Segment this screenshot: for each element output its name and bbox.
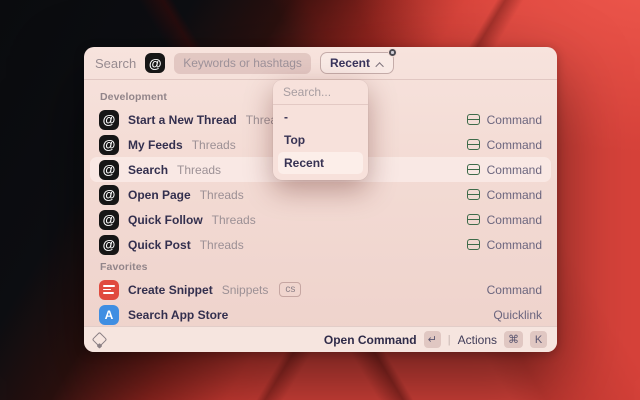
command-type-icon bbox=[466, 214, 480, 225]
row-title: Quick Post bbox=[128, 237, 191, 252]
command-type-icon bbox=[466, 164, 480, 175]
snippets-icon bbox=[99, 279, 119, 300]
row-subtitle: Threads bbox=[199, 237, 244, 252]
threads-icon: @ bbox=[99, 234, 119, 255]
command-type-icon bbox=[466, 114, 480, 125]
row-title: Create Snippet bbox=[128, 282, 213, 297]
filter-badge-icon bbox=[387, 48, 397, 57]
command-type-icon bbox=[466, 189, 480, 200]
row-title: Open Page bbox=[128, 187, 191, 202]
list-item-open-page[interactable]: @ Open Page Threads Command bbox=[90, 182, 551, 207]
dropdown-item-dash[interactable]: - bbox=[278, 106, 363, 128]
command-key-badge: ⌘ bbox=[504, 331, 523, 348]
search-bar: Search @ Keywords or hashtags Recent bbox=[84, 47, 557, 80]
row-accessory: Command bbox=[486, 212, 542, 227]
list-item-search-app-store[interactable]: A Search App Store Quicklink bbox=[90, 302, 551, 326]
threads-icon: @ bbox=[99, 209, 119, 230]
row-accessory: Command bbox=[486, 237, 542, 252]
threads-icon: @ bbox=[99, 134, 119, 155]
row-title: My Feeds bbox=[128, 137, 183, 152]
search-mode-label: Search bbox=[95, 55, 137, 71]
row-accessory: Command bbox=[486, 137, 542, 152]
status-bar: Open Command ↵ | Actions ⌘ K bbox=[84, 326, 557, 352]
row-subtitle: Threads bbox=[177, 162, 222, 177]
filter-selected-value: Recent bbox=[329, 56, 370, 70]
row-title: Search bbox=[128, 162, 169, 177]
list-item-quick-post[interactable]: @ Quick Post Threads Command bbox=[90, 232, 551, 257]
enter-key-badge: ↵ bbox=[423, 331, 441, 348]
dropdown-item-top[interactable]: Top bbox=[278, 129, 363, 151]
row-title: Search App Store bbox=[128, 307, 229, 322]
command-type-icon bbox=[466, 139, 480, 150]
filter-dropdown-panel: Search... - Top Recent bbox=[273, 80, 368, 180]
filter-dropdown-button[interactable]: Recent bbox=[319, 48, 397, 74]
actions-button[interactable]: Actions bbox=[458, 333, 497, 347]
row-title: Start a New Thread bbox=[128, 112, 237, 127]
row-accessory: Command bbox=[486, 112, 542, 127]
alias-badge: cs bbox=[279, 282, 302, 297]
dropdown-item-recent[interactable]: Recent bbox=[278, 152, 363, 174]
raycast-logo-icon bbox=[91, 331, 108, 348]
list-item-create-snippet[interactable]: Create Snippet Snippets cs Command bbox=[90, 277, 551, 302]
app-store-icon: A bbox=[99, 304, 119, 325]
footer-divider: | bbox=[447, 333, 451, 346]
row-subtitle: Threads bbox=[199, 187, 244, 202]
row-subtitle: Threads bbox=[211, 212, 256, 227]
dropdown-search-input[interactable]: Search... bbox=[273, 80, 368, 105]
command-type-icon bbox=[466, 239, 480, 250]
list-item-quick-follow[interactable]: @ Quick Follow Threads Command bbox=[90, 207, 551, 232]
k-key-badge: K bbox=[530, 331, 547, 348]
row-accessory: Command bbox=[486, 162, 542, 177]
threads-icon: @ bbox=[99, 109, 119, 130]
row-subtitle: Threads bbox=[191, 137, 236, 152]
chevron-up-icon bbox=[375, 61, 384, 71]
primary-action-label[interactable]: Open Command bbox=[324, 333, 417, 347]
launcher-window: Search @ Keywords or hashtags Recent Dev… bbox=[84, 47, 557, 352]
row-subtitle: Snippets bbox=[221, 282, 269, 297]
row-accessory: Quicklink bbox=[493, 307, 542, 322]
threads-icon: @ bbox=[99, 184, 119, 205]
threads-app-icon: @ bbox=[145, 53, 166, 73]
section-header-favorites: Favorites bbox=[100, 261, 148, 273]
row-title: Quick Follow bbox=[128, 212, 203, 227]
row-accessory: Command bbox=[486, 282, 542, 297]
row-accessory: Command bbox=[486, 187, 542, 202]
search-input[interactable]: Keywords or hashtags bbox=[174, 52, 311, 74]
threads-icon: @ bbox=[99, 159, 119, 180]
